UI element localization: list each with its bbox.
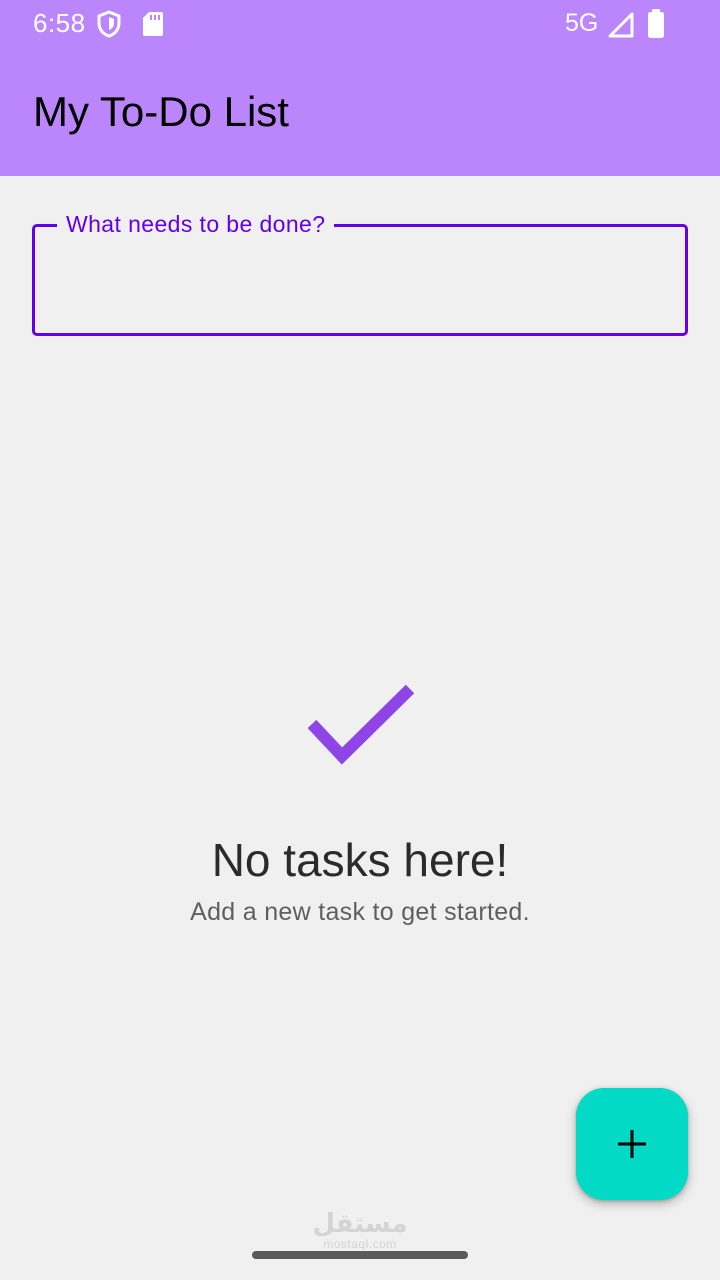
watermark: مستقل mostaql.com: [300, 1210, 420, 1250]
status-time: 6:58: [33, 8, 86, 38]
plus-icon: [618, 1130, 646, 1158]
gesture-navigation-bar[interactable]: [252, 1251, 468, 1259]
status-bar: 6:58 5G: [0, 0, 720, 48]
empty-state-title: No tasks here!: [211, 834, 509, 886]
signal-icon: [608, 12, 634, 38]
watermark-latin: mostaql.com: [323, 1237, 397, 1251]
shield-icon: [97, 10, 121, 38]
checkmark-icon: [307, 684, 415, 765]
task-input-field[interactable]: What needs to be done?: [32, 209, 688, 336]
watermark-arabic: مستقل: [312, 1209, 408, 1239]
network-type: 5G: [565, 9, 599, 37]
app-title: My To-Do List: [33, 88, 289, 135]
battery-icon: [648, 9, 664, 38]
app-header: 6:58 5G My To-Do List: [0, 0, 720, 176]
task-input-label: What needs to be done?: [57, 209, 335, 239]
task-input[interactable]: [35, 227, 685, 333]
empty-state-subtitle: Add a new task to get started.: [190, 898, 530, 926]
sd-card-icon: [143, 12, 163, 36]
todo-screen: 6:58 5G My To-Do List What needs to be d…: [0, 0, 720, 1280]
add-task-button[interactable]: [576, 1088, 688, 1200]
